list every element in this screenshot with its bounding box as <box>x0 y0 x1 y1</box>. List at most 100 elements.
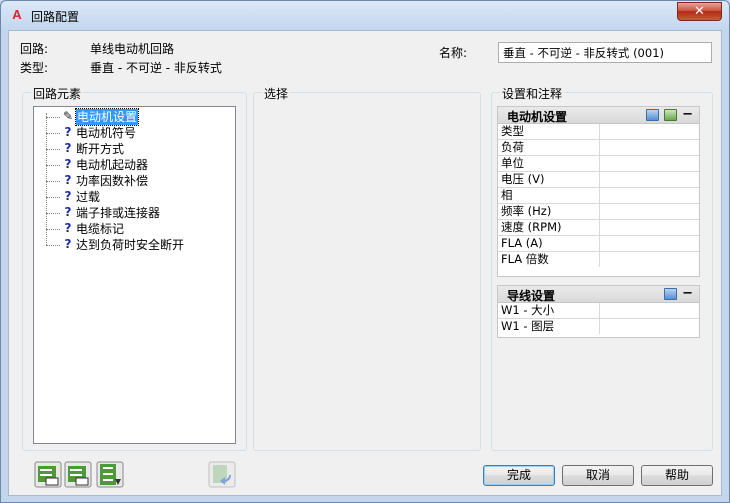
question-icon: ? <box>64 205 72 219</box>
type-label: 类型: <box>20 61 49 75</box>
tree-item-label[interactable]: 端子排或连接器 <box>76 205 160 221</box>
property-value[interactable] <box>599 236 699 251</box>
selection-group: 选择 <box>253 85 481 451</box>
tree-connector <box>46 197 60 198</box>
question-icon: ? <box>64 141 72 155</box>
question-icon: ? <box>64 237 72 251</box>
property-value[interactable] <box>599 140 699 155</box>
property-value[interactable] <box>599 220 699 235</box>
property-name: 频率 (Hz) <box>501 204 552 218</box>
name-input[interactable]: 垂直 - 不可逆 - 非反转式 (001) <box>498 42 712 63</box>
finish-button[interactable]: 完成 <box>483 465 555 486</box>
property-row[interactable]: 类型 <box>498 124 699 140</box>
title-bar[interactable]: A 回路配置 ✕ <box>1 1 729 29</box>
property-name: FLA (A) <box>501 236 543 250</box>
tree-connector <box>46 117 60 118</box>
tree-item[interactable]: ? 达到负荷时安全断开 <box>34 237 234 253</box>
question-icon: ? <box>64 125 72 139</box>
calculator-icon[interactable] <box>664 288 677 300</box>
property-row[interactable]: 频率 (Hz) <box>498 204 699 220</box>
insert-after-icon <box>64 461 92 488</box>
property-value[interactable] <box>599 188 699 203</box>
help-button[interactable]: 帮助 <box>641 465 713 486</box>
motor-settings-panel: 电动机设置 − 类型负荷单位 电压 (V) 相频率 (Hz) 速度 (RPM) FLA … <box>497 106 700 277</box>
tree-item-label[interactable]: 达到负荷时安全断开 <box>76 237 184 253</box>
calculator-icon[interactable] <box>646 109 659 121</box>
question-icon: ? <box>64 221 72 235</box>
property-value[interactable] <box>599 124 699 139</box>
tree-item[interactable]: ✎ 电动机设置 <box>34 108 234 126</box>
wire-settings-title: 导线设置 <box>507 289 556 303</box>
tree-item[interactable]: ? 断开方式 <box>34 141 234 157</box>
insert-before-icon <box>34 461 62 488</box>
type-value: 垂直 - 不可逆 - 非反转式 <box>90 61 222 75</box>
property-row[interactable]: 相 <box>498 188 699 204</box>
tree-item-label[interactable]: 电缆标记 <box>76 221 124 237</box>
motor-settings-title: 电动机设置 <box>507 110 568 124</box>
property-name: W1 - 大小 <box>501 303 555 317</box>
selection-group-title: 选择 <box>262 85 291 102</box>
property-row[interactable]: 单位 <box>498 156 699 172</box>
property-value[interactable] <box>599 252 699 267</box>
property-value[interactable] <box>599 156 699 171</box>
property-name: W1 - 图层 <box>501 319 555 333</box>
window-title: 回路配置 <box>31 10 80 24</box>
property-row[interactable]: FLA 倍数 <box>498 252 699 268</box>
tree-item-label[interactable]: 断开方式 <box>76 141 124 157</box>
property-row[interactable]: 速度 (RPM) <box>498 220 699 236</box>
tree-item-label[interactable]: 电动机符号 <box>76 125 136 141</box>
wire-settings-header[interactable]: 导线设置 − <box>498 286 699 303</box>
property-name: 负荷 <box>501 140 524 154</box>
tree-item-label[interactable]: 功率因数补偿 <box>76 173 148 189</box>
tree-connector <box>46 181 60 182</box>
question-icon: ? <box>64 189 72 203</box>
cancel-button[interactable]: 取消 <box>562 465 634 486</box>
pencil-icon: ✎ <box>63 109 74 123</box>
insert-before-button[interactable] <box>34 461 62 488</box>
circuit-elements-tree[interactable]: ✎ 电动机设置? 电动机符号? 断开方式? 电动机起动器? 功率因数补偿? 过载? 端子排或连… <box>33 106 236 444</box>
property-row[interactable]: 电压 (V) <box>498 172 699 188</box>
circuit-label: 回路: <box>20 42 49 56</box>
tree-item-label[interactable]: 电动机设置 <box>74 108 140 126</box>
tree-connector <box>46 229 60 230</box>
circuit-value: 单线电动机回路 <box>90 42 175 56</box>
property-value[interactable] <box>599 319 699 334</box>
name-label: 名称: <box>439 46 468 60</box>
tree-item[interactable]: ? 端子排或连接器 <box>34 205 234 221</box>
property-value[interactable] <box>599 204 699 219</box>
property-name: 速度 (RPM) <box>501 220 562 234</box>
property-value[interactable] <box>599 172 699 187</box>
tree-item[interactable]: ? 电动机起动器 <box>34 157 234 173</box>
property-row[interactable]: 负荷 <box>498 140 699 156</box>
tree-connector <box>46 165 60 166</box>
undo-icon <box>208 461 236 488</box>
motor-settings-header[interactable]: 电动机设置 − <box>498 107 699 124</box>
settings-group-title: 设置和注释 <box>500 85 565 102</box>
tree-item[interactable]: ? 电缆标记 <box>34 221 234 237</box>
close-button[interactable]: ✕ <box>677 2 722 21</box>
dialog-client-area: 回路: 单线电动机回路 类型: 垂直 - 不可逆 - 非反转式 名称: 垂直 -… <box>8 30 722 496</box>
tree-item[interactable]: ? 电动机符号 <box>34 125 234 141</box>
tree-connector <box>46 213 60 214</box>
property-row[interactable]: W1 - 图层 <box>498 319 699 335</box>
property-name: 类型 <box>501 124 524 138</box>
insert-after-button[interactable] <box>64 461 92 488</box>
tree-item[interactable]: ? 过载 <box>34 189 234 205</box>
tree-connector <box>46 133 60 134</box>
pick-from-drawing-icon[interactable] <box>664 109 677 121</box>
insert-branch-button[interactable] <box>96 461 124 488</box>
collapse-icon[interactable]: − <box>682 286 693 301</box>
property-row[interactable]: FLA (A) <box>498 236 699 252</box>
undo-button[interactable] <box>208 461 236 488</box>
tree-item-label[interactable]: 电动机起动器 <box>76 157 148 173</box>
collapse-icon[interactable]: − <box>682 107 693 122</box>
property-name: FLA 倍数 <box>501 252 549 266</box>
autocad-logo-icon: A <box>12 7 22 22</box>
question-icon: ? <box>64 157 72 171</box>
tree-item-label[interactable]: 过载 <box>76 189 100 205</box>
property-row[interactable]: W1 - 大小 <box>498 303 699 319</box>
wire-settings-panel: 导线设置 − W1 - 大小 W1 - 图层 <box>497 285 700 338</box>
tree-item[interactable]: ? 功率因数补偿 <box>34 173 234 189</box>
property-value[interactable] <box>599 303 699 318</box>
question-icon: ? <box>64 173 72 187</box>
